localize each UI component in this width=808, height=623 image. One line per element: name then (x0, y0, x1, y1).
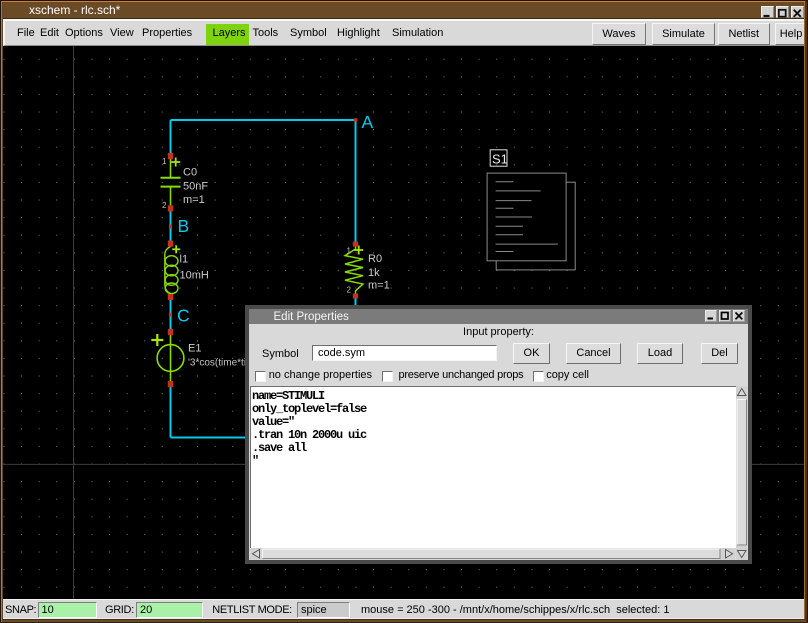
svg-text:50nF: 50nF (183, 181, 208, 193)
svg-text:E1: E1 (188, 343, 201, 355)
svg-text:m=1: m=1 (183, 194, 205, 206)
svg-text:'3*cos(time*ti: '3*cos(time*ti (188, 358, 246, 369)
svg-text:2: 2 (347, 286, 352, 295)
svg-text:R0: R0 (368, 253, 382, 265)
svg-text:S1: S1 (492, 151, 508, 166)
svg-text:1: 1 (162, 157, 167, 166)
svg-text:l1: l1 (180, 254, 189, 266)
svg-text:2: 2 (162, 201, 167, 210)
svg-text:A: A (362, 112, 374, 132)
svg-text:10mH: 10mH (180, 270, 209, 282)
svg-text:B: B (178, 216, 190, 236)
svg-text:1: 1 (347, 247, 352, 256)
svg-text:1k: 1k (368, 267, 380, 279)
svg-text:m=1: m=1 (368, 280, 390, 292)
svg-text:C0: C0 (183, 167, 197, 179)
svg-text:C: C (177, 305, 190, 325)
